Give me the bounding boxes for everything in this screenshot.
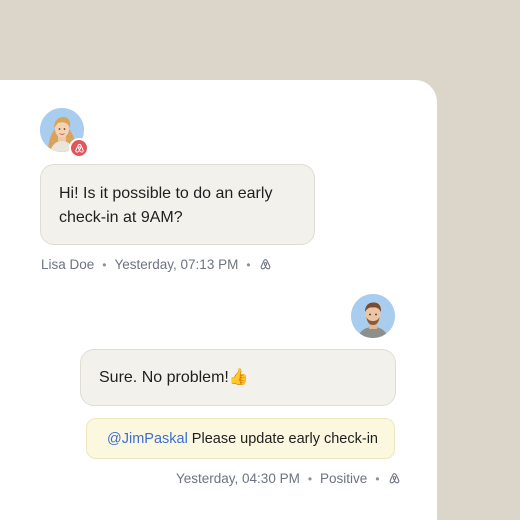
separator: • <box>246 257 251 272</box>
incoming-meta: Lisa Doe • Yesterday, 07:13 PM • <box>41 257 272 272</box>
conversation-card: Hi! Is it possible to do an early check-… <box>0 80 437 520</box>
host-avatar[interactable] <box>351 294 395 338</box>
man-avatar-icon <box>351 294 395 338</box>
airbnb-icon <box>389 473 399 484</box>
incoming-message-text: Hi! Is it possible to do an early check-… <box>59 185 273 226</box>
outgoing-timestamp: Yesterday, 04:30 PM <box>176 471 300 486</box>
outgoing-message-text: Sure. No problem!👍 <box>99 369 249 386</box>
incoming-message-bubble: Hi! Is it possible to do an early check-… <box>40 164 315 245</box>
separator: • <box>102 257 107 272</box>
sender-name: Lisa Doe <box>41 257 95 272</box>
note-text: Please update early check-in <box>191 430 378 447</box>
internal-note: @JimPaskal Please update early check-in <box>86 418 395 459</box>
airbnb-icon <box>74 143 84 153</box>
sentiment-label: Positive <box>320 471 368 486</box>
separator: • <box>307 471 313 486</box>
separator: • <box>375 471 380 486</box>
airbnb-icon <box>260 259 270 270</box>
incoming-timestamp: Yesterday, 07:13 PM <box>114 257 239 272</box>
outgoing-message-bubble: Sure. No problem!👍 <box>80 349 396 406</box>
mention-link[interactable]: @JimPaskal <box>107 431 188 447</box>
airbnb-badge <box>69 138 89 158</box>
outgoing-meta: Yesterday, 04:30 PM • Positive • <box>176 471 401 486</box>
